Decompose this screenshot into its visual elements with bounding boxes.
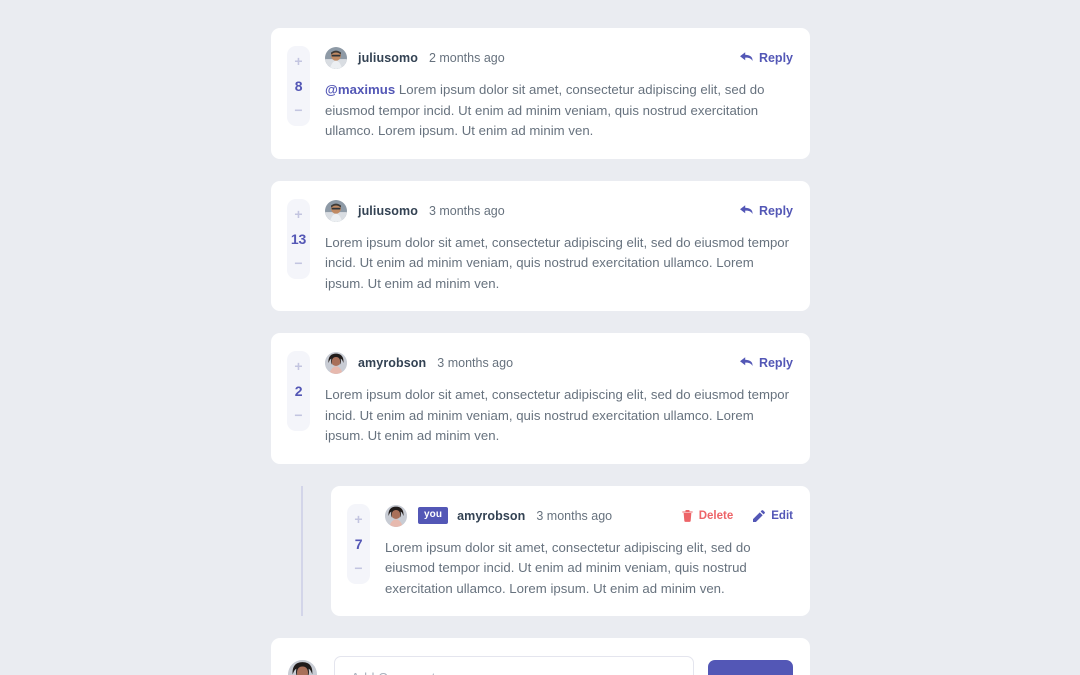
comment-body: juliusomo 2 months ago Reply @maximus Lo…: [325, 45, 793, 142]
vote-count: 8: [294, 78, 303, 94]
upvote-button[interactable]: +: [294, 207, 302, 221]
downvote-button[interactable]: −: [354, 561, 362, 575]
comment-username: juliusomo: [358, 51, 418, 65]
thread-line: [301, 485, 303, 616]
reply-card: + 7 − you amyrobson 3 months ago Delete …: [331, 485, 810, 616]
comment-username: juliusomo: [358, 203, 418, 218]
add-comment-input[interactable]: [334, 656, 695, 675]
comment-timestamp: 3 months ago: [437, 356, 514, 370]
comment-body: amyrobson 3 months ago Reply Lorem ipsum…: [325, 350, 793, 447]
edit-label: Edit: [771, 509, 793, 522]
downvote-button[interactable]: −: [294, 103, 302, 117]
comment-header: you amyrobson 3 months ago Delete Edit: [385, 504, 793, 527]
comment-timestamp: 2 months ago: [428, 51, 505, 65]
comment-body: juliusomo 3 months ago Reply Lorem ipsum…: [325, 198, 793, 295]
avatar: [325, 47, 347, 69]
vote-count: 7: [354, 535, 363, 552]
reply-arrow-icon: [739, 357, 759, 369]
reply-label: Reply: [758, 356, 793, 370]
comment-timestamp: 3 months ago: [428, 203, 505, 218]
avatar: [325, 352, 347, 374]
avatar: [288, 660, 317, 675]
comment-card: + 8 − juliusomo 2 months ago Reply @maxi…: [271, 28, 810, 159]
vote-count: 2: [294, 383, 303, 399]
reply-label: Reply: [758, 51, 793, 65]
vote-count: 13: [290, 230, 307, 247]
downvote-button[interactable]: −: [294, 256, 302, 270]
comments-app: + 8 − juliusomo 2 months ago Reply @maxi…: [0, 0, 1080, 675]
comment-header: juliusomo 3 months ago Reply: [325, 199, 793, 222]
comment-text: Lorem ipsum dolor sit amet, consectetur …: [325, 234, 790, 291]
comment-card: + 2 − amyrobson 3 months ago Reply Lorem…: [271, 333, 810, 464]
downvote-button[interactable]: −: [294, 408, 302, 422]
upvote-button[interactable]: +: [294, 359, 302, 373]
vote-widget: + 13 −: [287, 198, 310, 279]
send-button[interactable]: SEND: [708, 660, 793, 675]
comment-header: juliusomo 2 months ago Reply: [325, 47, 793, 69]
trash-icon: [682, 509, 699, 522]
comment-body: you amyrobson 3 months ago Delete Edit L…: [385, 503, 793, 600]
comment-text: @maximus Lorem ipsum dolor sit amet, con…: [325, 80, 793, 142]
reply-thread: + 7 − you amyrobson 3 months ago Delete …: [271, 485, 810, 616]
reply-button[interactable]: Reply: [739, 51, 793, 65]
vote-widget: + 7 −: [347, 503, 370, 584]
comment-username: amyrobson: [457, 508, 526, 523]
delete-button[interactable]: Delete: [682, 509, 734, 522]
delete-label: Delete: [698, 509, 734, 522]
mention-link[interactable]: @maximus: [325, 82, 395, 97]
avatar: [325, 199, 347, 222]
upvote-button[interactable]: +: [354, 512, 362, 526]
upvote-button[interactable]: +: [294, 54, 302, 68]
pencil-icon: [753, 509, 771, 522]
comment-timestamp: 3 months ago: [536, 508, 613, 523]
edit-button[interactable]: Edit: [753, 510, 793, 522]
reply-arrow-icon: [739, 52, 759, 64]
comments-feed: + 8 − juliusomo 2 months ago Reply @maxi…: [271, 28, 810, 675]
comment-card: + 13 − juliusomo 3 months ago Reply Lore…: [271, 180, 810, 311]
comment-text: Lorem ipsum dolor sit amet, consectetur …: [385, 539, 751, 596]
reply-arrow-icon: [739, 204, 759, 217]
comment-username: amyrobson: [358, 356, 427, 370]
avatar: [385, 504, 407, 527]
comment-text: Lorem ipsum dolor sit amet, consectetur …: [325, 387, 790, 443]
vote-widget: + 8 −: [287, 46, 310, 126]
reply-button[interactable]: Reply: [739, 356, 793, 370]
vote-widget: + 2 −: [287, 351, 310, 431]
reply-label: Reply: [758, 203, 793, 218]
reply-button[interactable]: Reply: [739, 203, 793, 218]
comment-header: amyrobson 3 months ago Reply: [325, 352, 793, 374]
add-comment-card: SEND: [271, 638, 810, 675]
you-badge: you: [418, 507, 449, 524]
